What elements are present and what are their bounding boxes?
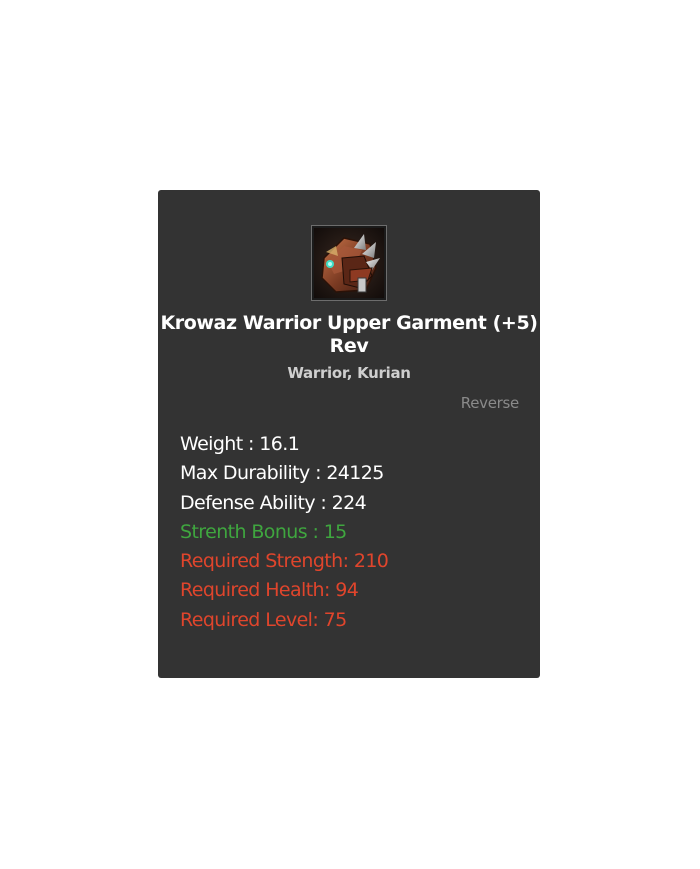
stat-weight: Weight : 16.1 — [180, 433, 300, 455]
stat-strength-bonus: Strenth Bonus : 15 — [180, 520, 347, 543]
armor-icon — [311, 225, 387, 301]
stat-max-durability: Max Durability : 24125 — [180, 462, 384, 485]
item-classes: Warrior, Kurian — [287, 364, 411, 382]
stat-defense-ability: Defense Ability : 224 — [180, 491, 367, 514]
stat-required-strength: Required Strength: 210 — [180, 550, 389, 573]
stats-list: Weight : 16.1 Max Durability : 24125 Def… — [180, 430, 389, 635]
reverse-link[interactable]: Reverse — [461, 393, 520, 413]
stat-required-level: Required Level: 75 — [180, 608, 347, 631]
item-name: Krowaz Warrior Upper Garment (+5) Rev — [160, 312, 538, 357]
item-tooltip: Krowaz Warrior Upper Garment (+5) Rev Wa… — [158, 190, 540, 678]
stat-required-health: Required Health: 94 — [180, 579, 359, 602]
